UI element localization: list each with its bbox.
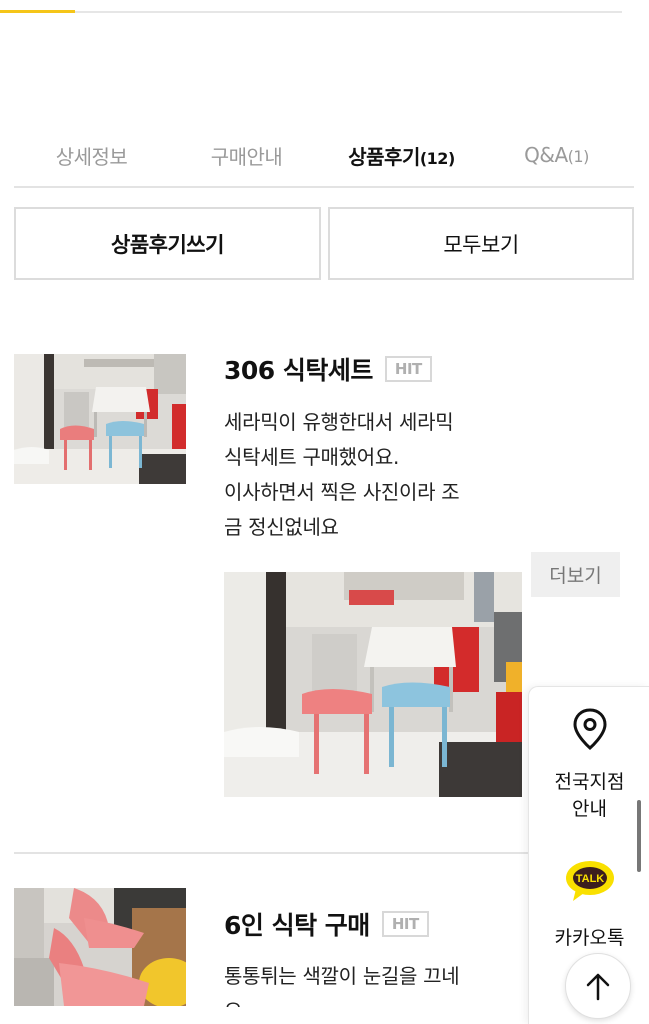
review-body: 통통튀는 색깔이 눈길을 끄네 요	[224, 959, 524, 1007]
hit-badge: HIT	[384, 356, 432, 382]
review-thumbnail[interactable]	[14, 888, 186, 1006]
tab-progress-track	[0, 10, 622, 13]
tab-qna-count: (1)	[567, 147, 590, 166]
tab-review-count: (12)	[419, 148, 455, 168]
tab-progress-indicator	[0, 10, 75, 13]
review-body-line: 요	[224, 994, 524, 1007]
dining-set-large-photo	[224, 572, 522, 797]
review-body-line: 이사하면서 찍은 사진이라 조	[224, 480, 460, 504]
scroll-top-button[interactable]	[565, 953, 631, 1019]
tab-label: 구매안내	[210, 144, 283, 169]
arrow-up-icon	[586, 973, 610, 1001]
pink-chairs-photo	[14, 888, 186, 1006]
review-title[interactable]: 306 식탁세트 HIT	[224, 351, 432, 387]
tab-purchase-guide[interactable]: 구매안내	[169, 141, 324, 170]
store-locator-label: 전국지점 안내	[529, 769, 649, 823]
review-divider	[14, 852, 528, 854]
tab-label: Q&A	[524, 143, 568, 167]
store-locator-label-line: 전국지점	[554, 771, 625, 793]
review-body-line: 금 정신없네요	[224, 515, 339, 539]
kakao-talk-link[interactable]: TALK 카카오톡	[529, 859, 649, 950]
kakao-talk-icon: TALK	[565, 861, 614, 901]
tab-label: 상품후기	[348, 144, 420, 169]
review-body: 세라믹이 유행한대서 세라믹 식탁세트 구매했어요. 이사하면서 찍은 사진이라…	[224, 405, 460, 545]
dining-set-photo	[14, 354, 186, 484]
write-review-button[interactable]: 상품후기쓰기	[14, 207, 321, 280]
review-photo[interactable]	[224, 572, 522, 797]
scrollbar[interactable]	[637, 800, 641, 872]
store-locator-link[interactable]: 전국지점 안내	[529, 707, 649, 823]
review-body-line: 통통튀는 색깔이 눈길을 끄네	[224, 964, 460, 988]
review-body-line: 식탁세트 구매했어요.	[224, 445, 400, 469]
review-body-line: 세라믹이 유행한대서 세라믹	[224, 410, 454, 434]
more-button[interactable]: 더보기	[531, 552, 620, 597]
tab-qna[interactable]: Q&A(1)	[479, 143, 634, 167]
review-title-text: 306 식탁세트	[224, 356, 373, 385]
tab-detail-info[interactable]: 상세정보	[14, 141, 169, 170]
review-thumbnail[interactable]	[14, 354, 186, 484]
tab-label: 상세정보	[55, 144, 128, 169]
hit-badge: HIT	[381, 911, 429, 937]
review-title[interactable]: 6인 식탁 구매 HIT	[224, 906, 429, 942]
kakao-badge-text: TALK	[575, 873, 604, 885]
review-title-text: 6인 식탁 구매	[224, 911, 370, 940]
view-all-reviews-button[interactable]: 모두보기	[328, 207, 634, 280]
tab-reviews[interactable]: 상품후기(12)	[324, 141, 479, 170]
store-locator-label-line: 안내	[572, 798, 607, 820]
kakao-talk-label: 카카오톡	[554, 927, 625, 949]
location-pin-icon	[572, 708, 607, 750]
product-tab-bar: 상세정보 구매안내 상품후기(12) Q&A(1)	[14, 124, 634, 188]
